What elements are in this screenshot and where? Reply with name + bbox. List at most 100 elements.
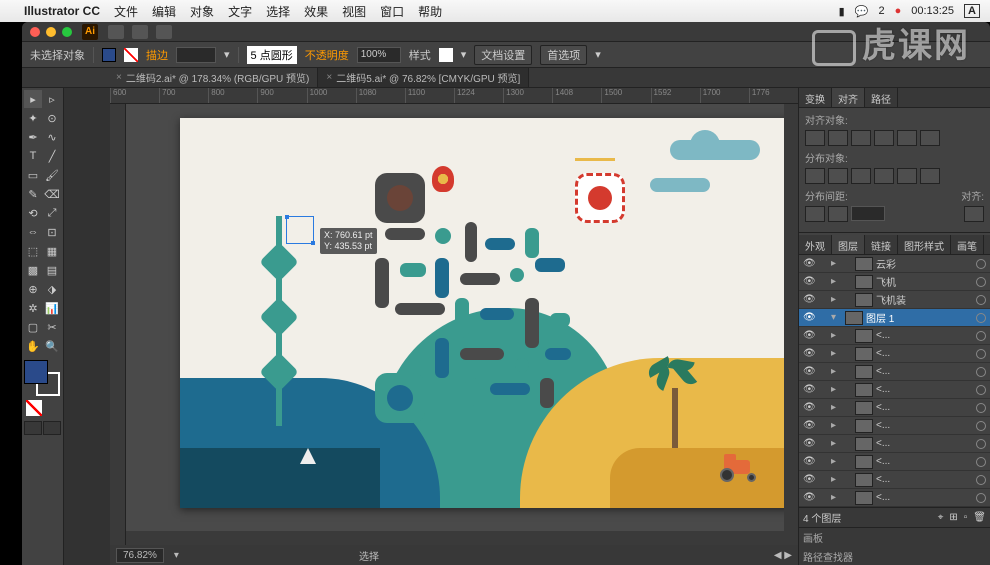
target-icon[interactable] bbox=[976, 331, 986, 341]
hand-tool[interactable]: ✋ bbox=[24, 337, 42, 355]
visibility-toggle[interactable]: 👁 bbox=[803, 294, 815, 305]
direct-select-tool[interactable]: ▹ bbox=[43, 90, 61, 108]
stroke-label[interactable]: 描边 bbox=[146, 47, 168, 63]
curvature-tool[interactable]: ∿ bbox=[43, 128, 61, 146]
visibility-toggle[interactable]: 👁 bbox=[803, 438, 815, 449]
target-icon[interactable] bbox=[976, 385, 986, 395]
target-icon[interactable] bbox=[976, 475, 986, 485]
dist-vcenter[interactable] bbox=[828, 168, 848, 184]
menu-edit[interactable]: 编辑 bbox=[152, 3, 176, 20]
pathfinder-panel[interactable]: 路径查找器 bbox=[803, 549, 853, 564]
wechat-icon[interactable]: 💬 bbox=[855, 5, 869, 18]
dist-vspacing[interactable] bbox=[828, 206, 848, 222]
align-tab[interactable]: 对齐 bbox=[832, 88, 865, 107]
bridge-icon[interactable] bbox=[108, 25, 124, 39]
layer-name[interactable]: <... bbox=[876, 384, 973, 395]
artboards-panel[interactable]: 画板 bbox=[803, 530, 823, 545]
graphic-style-swatch[interactable] bbox=[439, 48, 453, 62]
fill-box[interactable] bbox=[24, 360, 48, 384]
arrange-icon[interactable] bbox=[132, 25, 148, 39]
vertical-ruler[interactable] bbox=[110, 104, 126, 545]
type-tool[interactable]: T bbox=[24, 147, 42, 165]
layer-name[interactable]: <... bbox=[876, 366, 973, 377]
normal-screen[interactable] bbox=[24, 421, 42, 435]
layer-name[interactable]: <... bbox=[876, 330, 973, 341]
expand-toggle[interactable]: ▸ bbox=[831, 294, 839, 305]
layer-row[interactable]: 👁▾图层 1 bbox=[799, 309, 990, 327]
layer-name[interactable]: <... bbox=[876, 348, 973, 359]
expand-toggle[interactable]: ▸ bbox=[831, 456, 839, 467]
target-icon[interactable] bbox=[976, 259, 986, 269]
menu-window[interactable]: 窗口 bbox=[380, 3, 404, 20]
layer-row[interactable]: 👁▸<... bbox=[799, 345, 990, 363]
doc-tab-1[interactable]: × 二维码5.ai* @ 76.82% [CMYK/GPU 预览] bbox=[318, 68, 529, 87]
horizontal-ruler[interactable]: 6007008009001000108011001224130014081500… bbox=[110, 88, 798, 104]
target-icon[interactable] bbox=[976, 349, 986, 359]
lasso-tool[interactable]: ⊙ bbox=[43, 109, 61, 127]
mesh-tool[interactable]: ▩ bbox=[24, 261, 42, 279]
menu-file[interactable]: 文件 bbox=[114, 3, 138, 20]
prefs-button[interactable]: 首选项 bbox=[540, 45, 587, 65]
align-top[interactable] bbox=[874, 130, 894, 146]
close-window[interactable] bbox=[30, 27, 40, 37]
expand-toggle[interactable]: ▸ bbox=[831, 330, 839, 341]
visibility-toggle[interactable]: 👁 bbox=[803, 384, 815, 395]
close-tab-icon[interactable]: × bbox=[116, 72, 122, 83]
menu-help[interactable]: 帮助 bbox=[418, 3, 442, 20]
visibility-toggle[interactable]: 👁 bbox=[803, 456, 815, 467]
align-right[interactable] bbox=[851, 130, 871, 146]
battery-icon[interactable]: ▮ bbox=[839, 5, 845, 18]
layer-row[interactable]: 👁▸<... bbox=[799, 327, 990, 345]
target-icon[interactable] bbox=[976, 457, 986, 467]
layer-name[interactable]: 飞机 bbox=[876, 274, 973, 289]
artboard-tool[interactable]: ▢ bbox=[24, 318, 42, 336]
visibility-toggle[interactable]: 👁 bbox=[803, 474, 815, 485]
pen-tool[interactable]: ✒ bbox=[24, 128, 42, 146]
align-hcenter[interactable] bbox=[828, 130, 848, 146]
zoom-field[interactable]: 76.82% bbox=[116, 548, 164, 563]
target-icon[interactable] bbox=[976, 493, 986, 503]
dist-left[interactable] bbox=[874, 168, 894, 184]
visibility-toggle[interactable]: 👁 bbox=[803, 420, 815, 431]
app-name[interactable]: Illustrator CC bbox=[24, 4, 100, 18]
menu-object[interactable]: 对象 bbox=[190, 3, 214, 20]
links-tab[interactable]: 链接 bbox=[865, 235, 898, 254]
target-icon[interactable] bbox=[976, 367, 986, 377]
free-transform-tool[interactable]: ⊡ bbox=[43, 223, 61, 241]
layer-row[interactable]: 👁▸<... bbox=[799, 399, 990, 417]
menu-type[interactable]: 文字 bbox=[228, 3, 252, 20]
layer-row[interactable]: 👁▸<... bbox=[799, 489, 990, 507]
expand-toggle[interactable]: ▸ bbox=[831, 258, 839, 269]
align-vcenter[interactable] bbox=[897, 130, 917, 146]
h-scrollbar[interactable] bbox=[126, 531, 798, 545]
graph-tool[interactable]: 📊 bbox=[43, 299, 61, 317]
expand-toggle[interactable]: ▸ bbox=[831, 492, 839, 503]
opacity-label[interactable]: 不透明度 bbox=[305, 47, 349, 63]
locate-layer-icon[interactable]: ⌖ bbox=[938, 512, 944, 523]
fill-swatch[interactable] bbox=[102, 48, 116, 62]
visibility-toggle[interactable]: 👁 bbox=[803, 258, 815, 269]
slice-tool[interactable]: ✂ bbox=[43, 318, 61, 336]
workspace-icon[interactable] bbox=[156, 25, 172, 39]
line-tool[interactable]: ╱ bbox=[43, 147, 61, 165]
layer-row[interactable]: 👁▸飞机装 bbox=[799, 291, 990, 309]
layer-row[interactable]: 👁▸<... bbox=[799, 471, 990, 489]
transform-tab[interactable]: 变换 bbox=[799, 88, 832, 107]
dist-top[interactable] bbox=[805, 168, 825, 184]
visibility-toggle[interactable]: 👁 bbox=[803, 402, 815, 413]
symbol-sprayer-tool[interactable]: ✲ bbox=[24, 299, 42, 317]
none-color[interactable] bbox=[26, 400, 42, 416]
layer-name[interactable]: <... bbox=[876, 474, 973, 485]
expand-toggle[interactable]: ▸ bbox=[831, 384, 839, 395]
align-to-dropdown[interactable] bbox=[964, 206, 984, 222]
target-icon[interactable] bbox=[976, 277, 986, 287]
visibility-toggle[interactable]: 👁 bbox=[803, 348, 815, 359]
new-layer-icon[interactable]: ▫ bbox=[964, 512, 968, 523]
layers-tab[interactable]: 图层 bbox=[832, 235, 865, 254]
expand-toggle[interactable]: ▸ bbox=[831, 438, 839, 449]
menu-effect[interactable]: 效果 bbox=[304, 3, 328, 20]
record-icon[interactable]: ● bbox=[895, 5, 902, 17]
visibility-toggle[interactable]: 👁 bbox=[803, 312, 815, 323]
layer-row[interactable]: 👁▸<... bbox=[799, 435, 990, 453]
rectangle-tool[interactable]: ▭ bbox=[24, 166, 42, 184]
